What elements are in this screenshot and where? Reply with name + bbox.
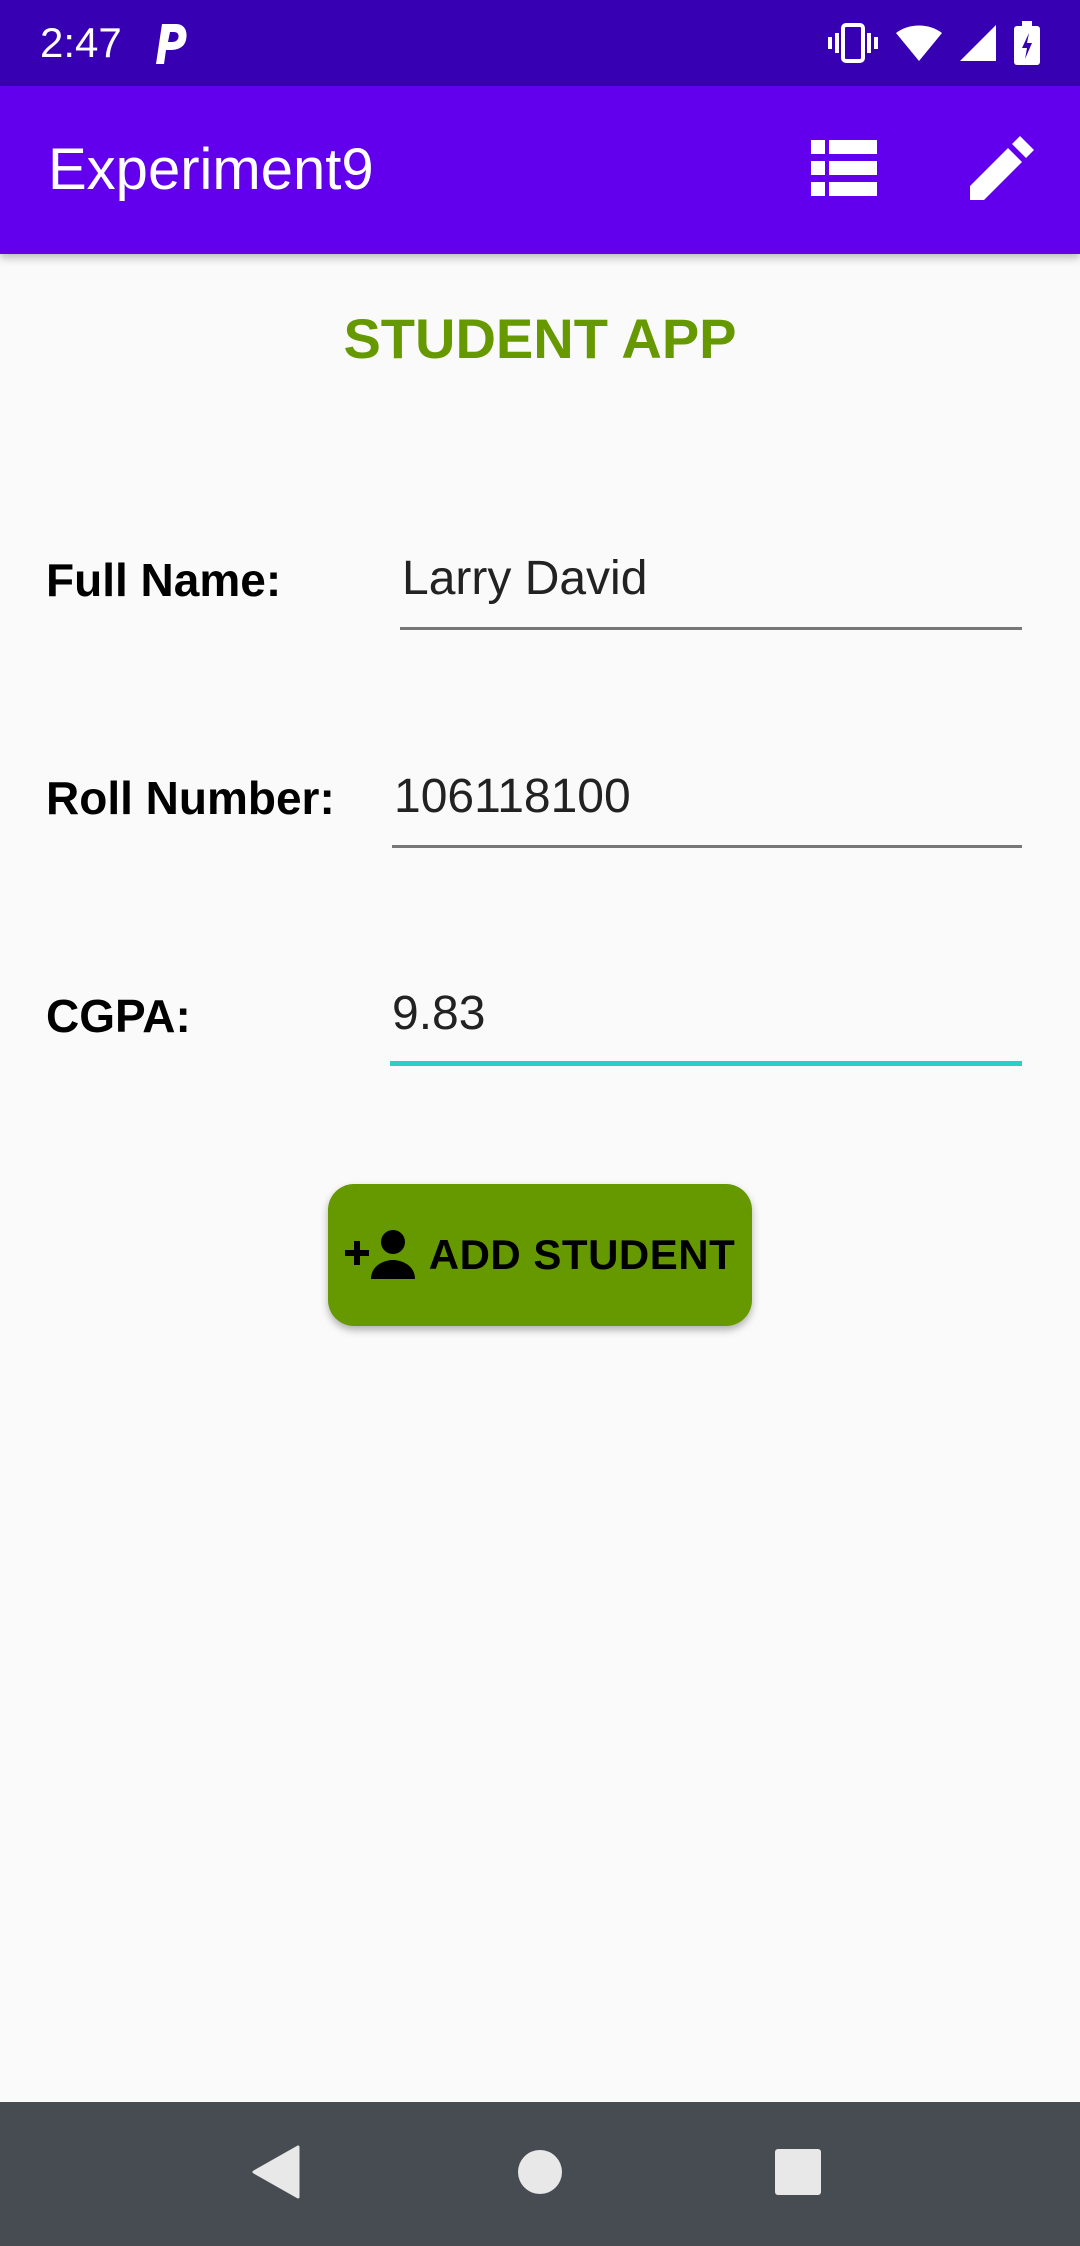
vibrate-icon <box>828 23 878 63</box>
wifi-icon <box>896 25 942 61</box>
add-student-label: ADD STUDENT <box>428 1231 736 1278</box>
home-icon <box>517 2149 563 2200</box>
app-bar: Experiment9 <box>0 86 1080 254</box>
full-name-label: Full Name: <box>46 554 282 606</box>
roll-number-label: Roll Number: <box>46 772 335 824</box>
roll-number-row: Roll Number: <box>0 748 1080 848</box>
full-name-row: Full Name: <box>0 530 1080 630</box>
back-icon <box>252 2145 300 2204</box>
status-bar: 2:47 <box>0 0 1080 86</box>
full-name-input[interactable] <box>400 530 1022 630</box>
cgpa-input[interactable] <box>390 966 1022 1066</box>
add-student-button[interactable]: ADD STUDENT <box>328 1184 752 1326</box>
p-notification-icon <box>150 18 190 68</box>
list-icon <box>811 139 877 201</box>
navigation-bar <box>0 2102 1080 2246</box>
status-time: 2:47 <box>40 19 122 66</box>
edit-pencil-icon <box>970 135 1034 205</box>
edit-button[interactable] <box>966 134 1038 206</box>
roll-number-input[interactable] <box>392 748 1022 848</box>
cgpa-row: CGPA: <box>0 966 1080 1066</box>
list-view-button[interactable] <box>808 134 880 206</box>
page-title: STUDENT APP <box>343 307 737 370</box>
battery-icon <box>1014 21 1040 65</box>
cgpa-label: CGPA: <box>46 990 191 1042</box>
status-icons <box>828 18 1040 68</box>
app-title: Experiment9 <box>48 137 374 202</box>
home-button[interactable] <box>500 2134 580 2214</box>
recents-icon <box>775 2148 821 2200</box>
recents-button[interactable] <box>758 2134 838 2214</box>
person-add-icon <box>344 1229 415 1282</box>
cell-signal-icon <box>960 25 996 61</box>
back-button[interactable] <box>236 2134 316 2214</box>
